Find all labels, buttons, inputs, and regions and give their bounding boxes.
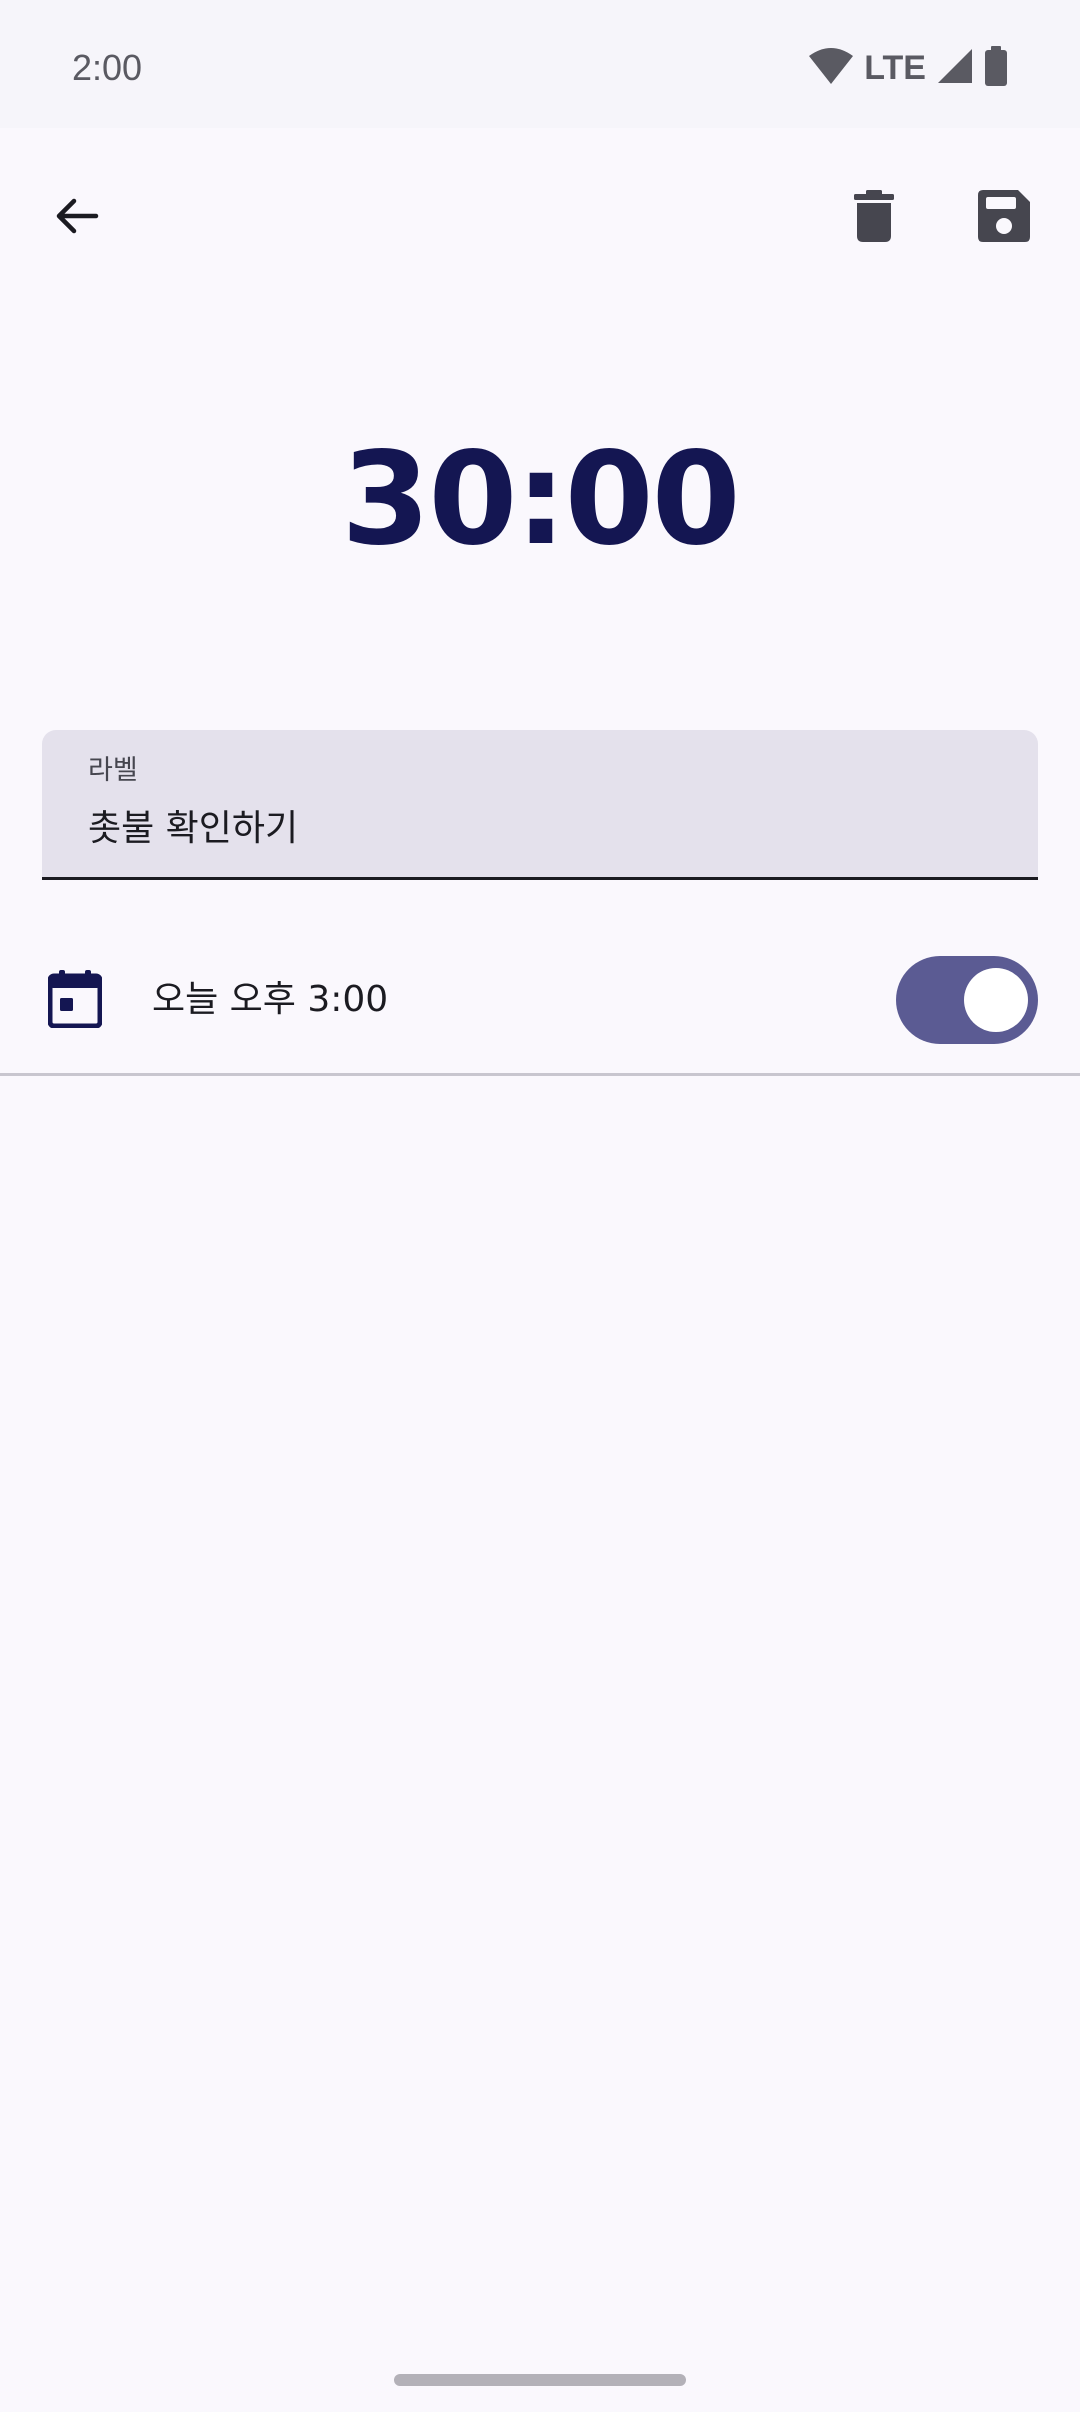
cell-signal-icon (936, 47, 974, 89)
schedule-toggle[interactable] (896, 956, 1038, 1044)
trash-icon (854, 190, 894, 246)
calendar-icon (47, 970, 103, 1032)
network-type: LTE (864, 49, 926, 87)
status-icons: LTE (808, 44, 1008, 92)
label-field-caption: 라벨 (88, 755, 138, 786)
label-input[interactable] (86, 800, 990, 850)
schedule-row[interactable]: 오늘 오후 3:00 (0, 940, 1080, 1076)
status-time: 2:00 (72, 47, 143, 88)
label-field[interactable]: 라벨 (42, 730, 1038, 880)
wifi-icon (808, 46, 854, 90)
top-app-bar (0, 170, 1080, 280)
gesture-nav-handle[interactable] (394, 2374, 686, 2386)
arrow-left-icon (52, 192, 100, 244)
timer-duration[interactable]: 30:00 (0, 420, 1080, 580)
switch-knob (964, 968, 1028, 1032)
floppy-disk-icon (978, 190, 1030, 246)
battery-icon (984, 46, 1008, 90)
schedule-datetime[interactable]: 오늘 오후 3:00 (152, 976, 388, 1024)
delete-button[interactable] (826, 170, 922, 266)
back-button[interactable] (28, 170, 124, 266)
save-button[interactable] (956, 170, 1052, 266)
status-bar: 2:00 LTE (0, 0, 1080, 128)
